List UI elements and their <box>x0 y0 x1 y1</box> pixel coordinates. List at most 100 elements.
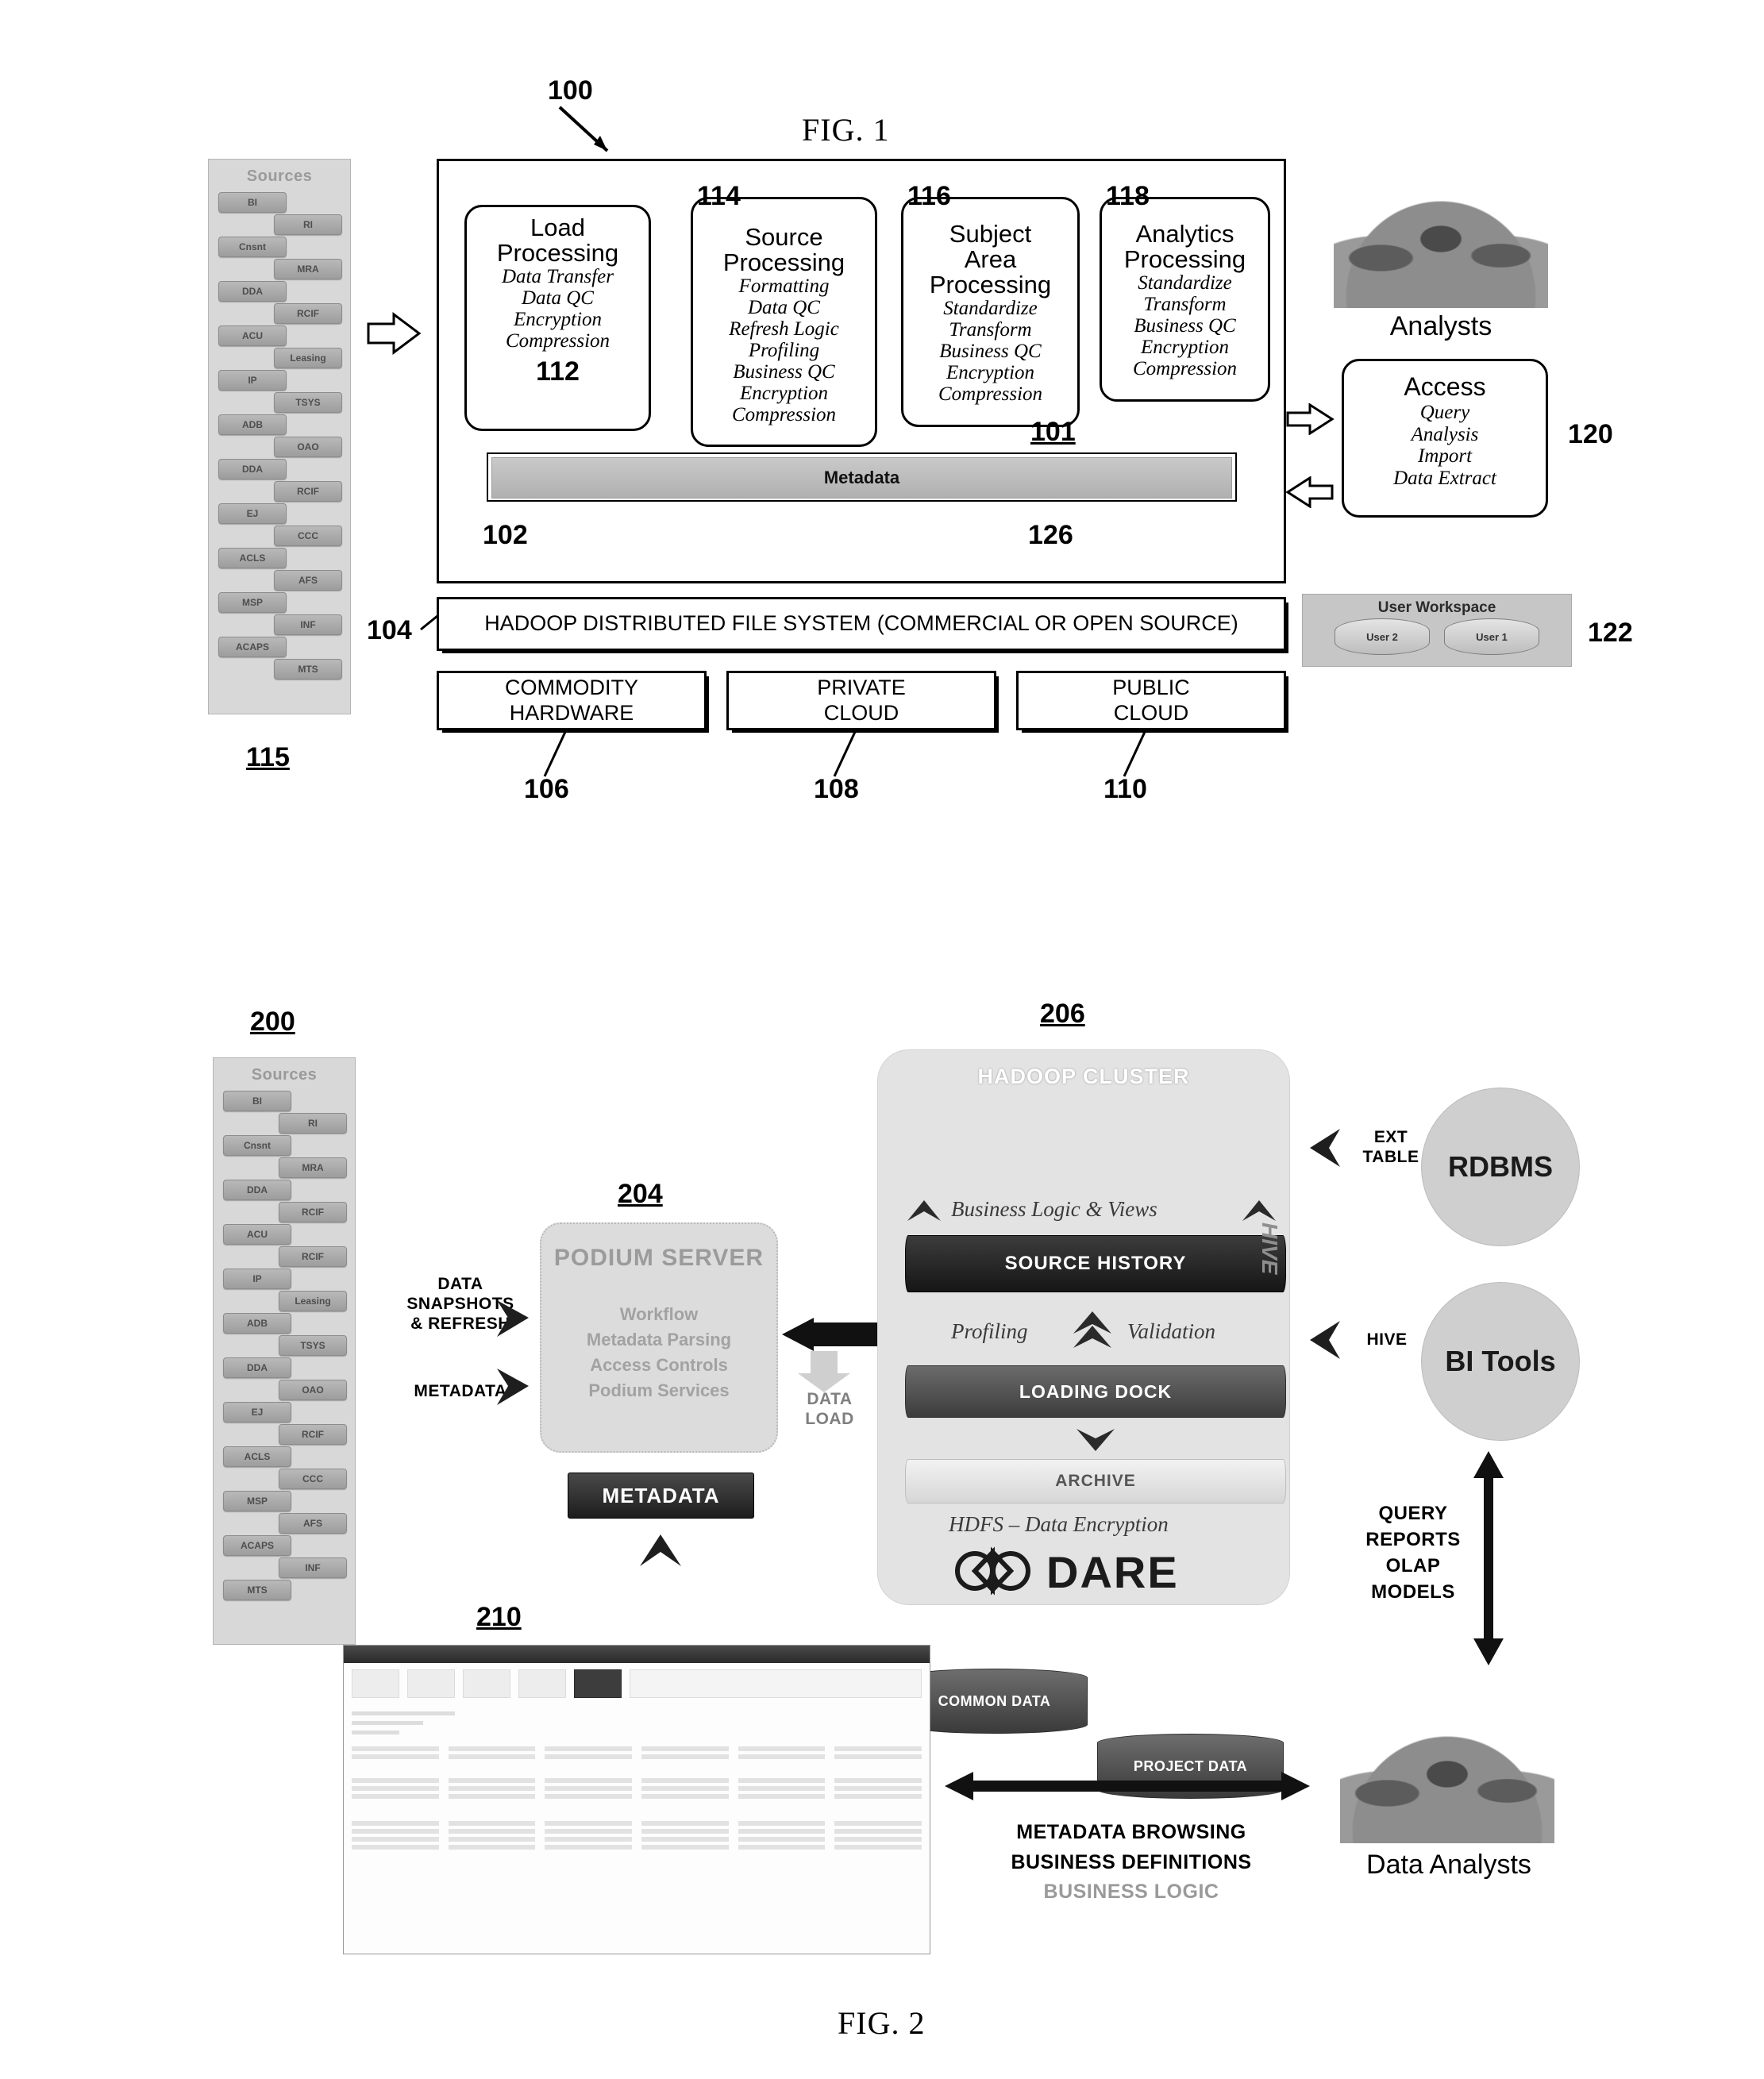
screenshot-cell <box>738 1786 826 1791</box>
source-chip: OAO <box>279 1380 347 1400</box>
screenshot-cell <box>641 1794 729 1799</box>
source-chip: RCIF <box>279 1246 347 1267</box>
stage-item: Refresh Logic <box>729 318 839 340</box>
screenshot-cell <box>352 1829 439 1834</box>
source-chip: Leasing <box>274 348 342 368</box>
access-item: Import <box>1417 445 1473 467</box>
screenshot-cell <box>641 1821 729 1826</box>
screenshot-line <box>352 1721 423 1725</box>
fig1-stage-analytics-processing: Analytics Processing Standardize Transfo… <box>1100 197 1270 402</box>
fig2-chevron-up-icon <box>1242 1200 1276 1221</box>
screenshot-cell <box>448 1794 536 1799</box>
fig1-sources-grid: BI RI Cnsnt MRA DDA RCIF ACU Leasing IP TSYS ADB OA… <box>215 191 344 699</box>
platform-label: COMMODITY HARDWARE <box>505 676 638 725</box>
fig1-metadata-label: Metadata <box>491 457 1232 499</box>
stage-heading-line: Processing <box>1123 244 1246 273</box>
workspace-user-label: User 1 <box>1476 630 1508 643</box>
fig2-hive-vertical-label: HIVE <box>1257 1222 1282 1274</box>
screenshot-cell <box>545 1821 633 1826</box>
screenshot-cell <box>545 1746 633 1751</box>
screenshot-cell <box>352 1845 439 1850</box>
fig2-node-rdbms: RDBMS <box>1421 1088 1580 1246</box>
fig1-workspace-user-cylinder: User 1 <box>1444 618 1539 655</box>
stage-item: Business QC <box>1134 314 1236 337</box>
screenshot-cell <box>352 1754 439 1759</box>
source-chip: DDA <box>218 459 287 479</box>
screenshot-cell <box>545 1786 633 1791</box>
source-chip: MSP <box>223 1491 291 1511</box>
fig2-chevron-updown-icon <box>1073 1311 1111 1348</box>
fig2-chevron-right-icon <box>497 1300 529 1337</box>
screenshot-cell <box>545 1794 633 1799</box>
db-label: COMMON DATA <box>938 1692 1051 1709</box>
stage-item: Business QC <box>733 360 835 383</box>
stage-item: Formatting <box>738 275 830 297</box>
screenshot-cell <box>352 1821 439 1826</box>
screenshot-table-row <box>344 1753 930 1761</box>
fig2-node-bi-tools: BI Tools <box>1421 1282 1580 1441</box>
query-line: REPORTS <box>1365 1529 1461 1551</box>
stage-item: Compression <box>731 403 837 425</box>
fig2-podium-ref: 204 <box>618 1179 663 1209</box>
source-chip: TSYS <box>274 392 342 413</box>
fig2-chevron-down-icon <box>1077 1429 1115 1451</box>
source-chip: INF <box>274 614 342 635</box>
screenshot-cell <box>834 1746 922 1751</box>
fig1-access-box: Access Query Analysis Import Data Extrac… <box>1342 359 1548 518</box>
source-chip: RCIF <box>274 303 342 324</box>
platform-label-line: HARDWARE <box>509 700 634 725</box>
fig1-stage-ref-116: 116 <box>907 181 951 211</box>
fig2-podium-server: PODIUM SERVER Workflow Metadata Parsing … <box>540 1222 778 1453</box>
fig2-data-analysts-illustration <box>1340 1724 1554 1843</box>
fig1-sources-panel: Sources BI RI Cnsnt MRA DDA RCIF ACU Leasing IP T… <box>208 159 351 714</box>
stage-item: Data QC <box>748 296 820 318</box>
screenshot-table-row <box>344 1843 930 1851</box>
source-chip: MRA <box>274 259 342 279</box>
source-chip: ADB <box>218 414 287 435</box>
screenshot-cell <box>738 1794 826 1799</box>
screenshot-cell <box>641 1754 729 1759</box>
podium-item: Access Controls <box>590 1354 728 1375</box>
screenshot-toolbar-icon <box>407 1669 455 1698</box>
fig2-dare-wordmark: DARE <box>1046 1547 1179 1597</box>
hive-label: HIVE <box>1258 1222 1282 1275</box>
platform-label-line: PRIVATE <box>817 676 906 700</box>
fig1-hdfs-ref: 104 <box>367 615 412 645</box>
source-chip: MTS <box>223 1580 291 1600</box>
stage-heading-line: Processing <box>496 238 619 267</box>
fig2-title: FIG. 2 <box>838 2005 926 2041</box>
fig1-analysts-caption: Analysts <box>1389 311 1492 341</box>
stage-item: Data Transfer <box>501 265 614 287</box>
screenshot-cell <box>641 1778 729 1783</box>
fig1-sources-title: Sources <box>246 167 313 185</box>
screenshot-table-row <box>344 1827 930 1835</box>
fig2-cluster-title: HADOOP CLUSTER <box>977 1065 1190 1088</box>
fig2-sources-title: Sources <box>251 1066 318 1084</box>
source-chip: ADB <box>223 1313 291 1334</box>
source-chip: Cnsnt <box>223 1135 291 1156</box>
source-chip: INF <box>279 1557 347 1578</box>
screenshot-cell <box>834 1845 922 1850</box>
fig2-ui-screenshot <box>343 1645 930 1954</box>
screenshot-cell <box>834 1754 922 1759</box>
platform-label-line: CLOUD <box>823 700 899 725</box>
source-chip: EJ <box>218 503 287 524</box>
screenshot-cell <box>738 1845 826 1850</box>
screenshot-cell <box>448 1829 536 1834</box>
fig1-platform-ref-110: 110 <box>1103 774 1147 804</box>
fig1-stage-ref-118: 118 <box>1106 181 1150 211</box>
source-chip: RI <box>279 1113 347 1134</box>
screenshot-toolbar-spacer <box>630 1669 922 1698</box>
platform-label-line: CLOUD <box>1113 700 1189 725</box>
screenshot-table-row <box>344 1792 930 1800</box>
stage-item: Compression <box>1132 357 1238 379</box>
source-chip: MRA <box>279 1157 347 1178</box>
stage-item: Encryption <box>513 308 603 330</box>
screenshot-cell <box>448 1754 536 1759</box>
screenshot-toolbar-icon <box>463 1669 510 1698</box>
bottom-label-line: BUSINESS DEFINITIONS <box>1011 1850 1252 1873</box>
band-label: LOADING DOCK <box>1019 1380 1173 1402</box>
stage-item: Standardize <box>943 297 1038 319</box>
stage-item: Transform <box>949 318 1032 341</box>
fig1-sources-ref: 115 <box>246 742 290 772</box>
